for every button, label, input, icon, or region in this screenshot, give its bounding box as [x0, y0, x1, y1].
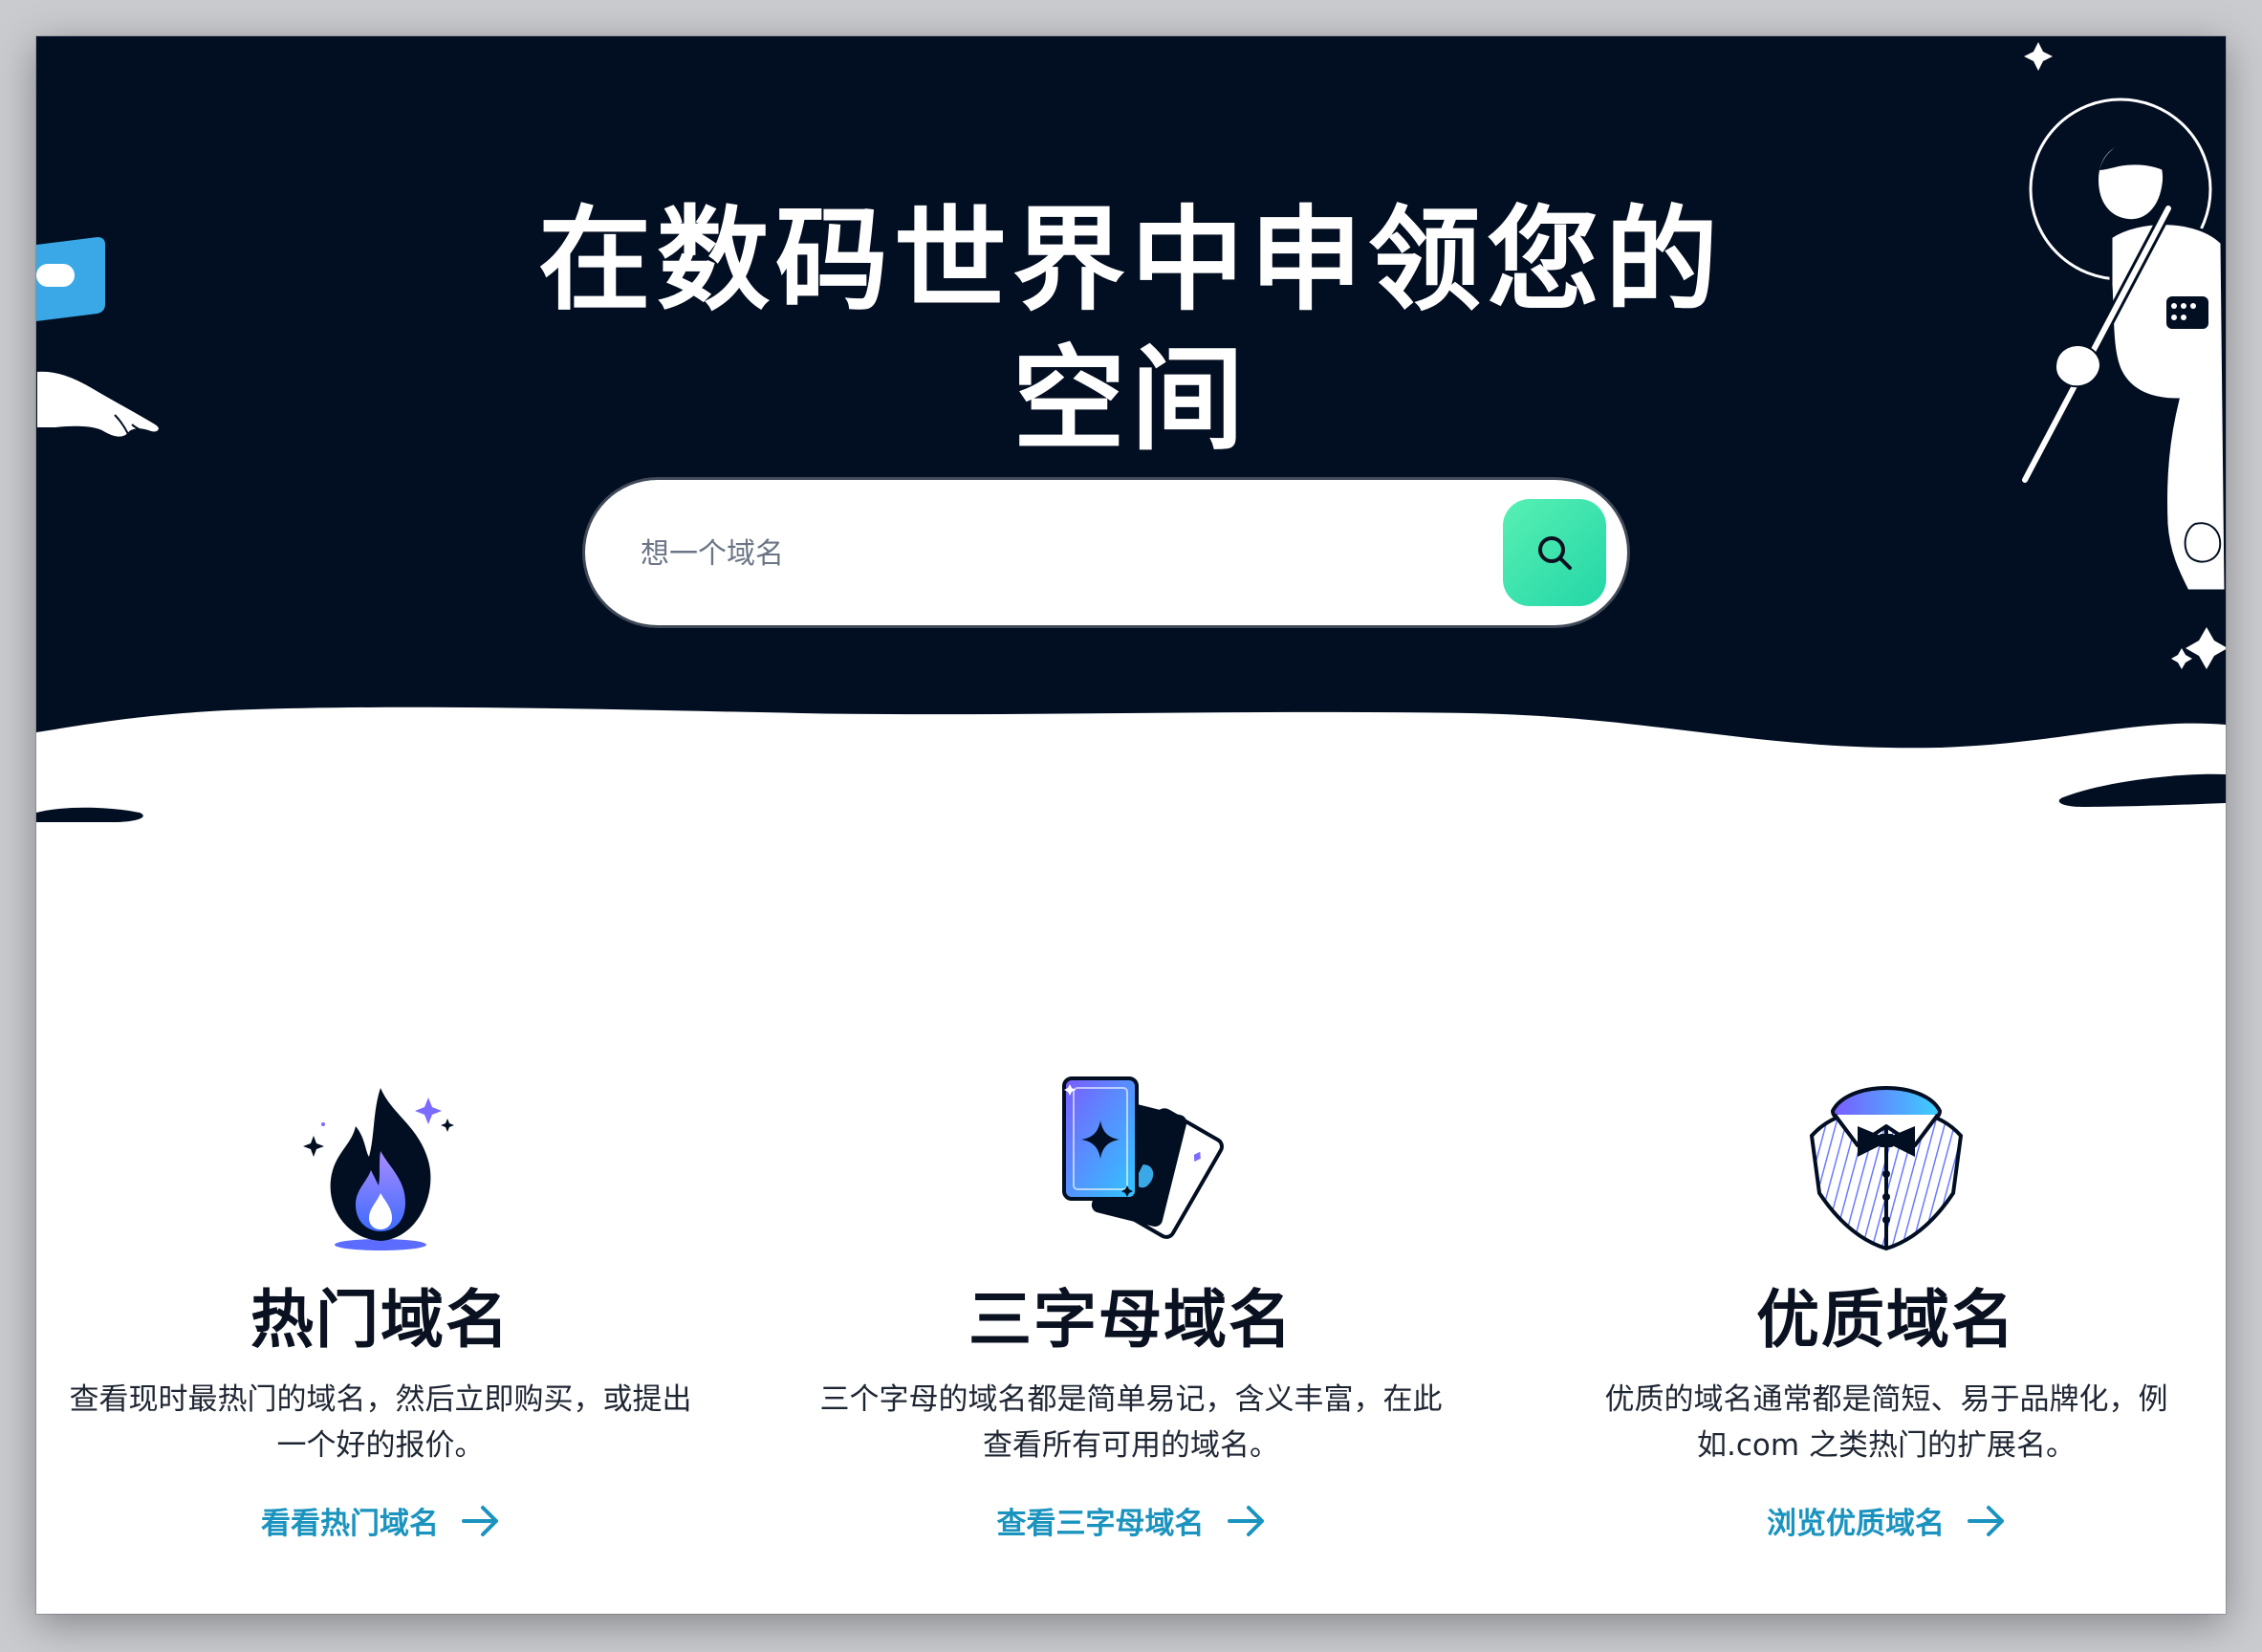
feature-premium-domains: 优质域名 优质的域名通常都是简短、易于品牌化，例如.com 之类热门的扩展名。 …	[1561, 1069, 2211, 1542]
domain-search-input[interactable]	[639, 524, 1465, 583]
link-label: 看看热门域名	[261, 1507, 439, 1541]
feature-description: 查看现时最热门的域名，然后立即购买，或提出一个好的报价。	[69, 1382, 692, 1463]
features-section: 热门域名 查看现时最热门的域名，然后立即购买，或提出一个好的报价。 看看热门域名	[36, 1069, 2226, 1604]
premium-domains-link[interactable]: 浏览优质域名	[1767, 1499, 2006, 1542]
arrow-right-icon	[1227, 1505, 1264, 1536]
link-label: 浏览优质域名	[1767, 1507, 1945, 1541]
search-button[interactable]	[1503, 499, 1606, 606]
playing-cards-icon	[1035, 1069, 1227, 1260]
feature-three-letter-domains: 三字母域名 三个字母的域名都是简单易记，含义丰富，在此查看所有可用的域名。 查看…	[806, 1069, 1456, 1542]
arrow-right-icon	[1968, 1505, 2004, 1536]
search-icon	[1538, 536, 1572, 570]
browser-viewport: 在数码世界中申领您的 空间 想一个域名 热门域名 查看现时最热门的域名，然后立即…	[36, 36, 2226, 1614]
domain-search-bar	[585, 480, 1627, 625]
hero-title-line-1: 在数码世界中申领您的	[537, 194, 1724, 327]
feature-description: 三个字母的域名都是简单易记，含义丰富，在此查看所有可用的域名。	[819, 1382, 1443, 1463]
feature-description: 优质的域名通常都是简短、易于品牌化，例如.com 之类热门的扩展名。	[1604, 1382, 2168, 1463]
flame-icon	[285, 1069, 476, 1260]
hero-title-line-2: 空间	[1011, 334, 1250, 467]
feature-hot-domains: 热门域名 查看现时最热门的域名，然后立即购买，或提出一个好的报价。 看看热门域名	[55, 1069, 706, 1542]
arrow-right-icon	[462, 1505, 498, 1536]
tuxedo-bowtie-icon	[1791, 1069, 1982, 1260]
feature-title: 优质域名	[1756, 1283, 2016, 1357]
feature-title: 三字母域名	[968, 1283, 1294, 1357]
hero-section: 在数码世界中申领您的 空间	[36, 36, 2226, 897]
hot-domains-link[interactable]: 看看热门域名	[261, 1499, 500, 1542]
feature-title: 热门域名	[250, 1283, 511, 1357]
three-letter-domains-link[interactable]: 查看三字母域名	[997, 1499, 1266, 1542]
hero-title: 在数码世界中申领您的 空间	[36, 190, 2226, 469]
link-label: 查看三字母域名	[996, 1507, 1205, 1541]
